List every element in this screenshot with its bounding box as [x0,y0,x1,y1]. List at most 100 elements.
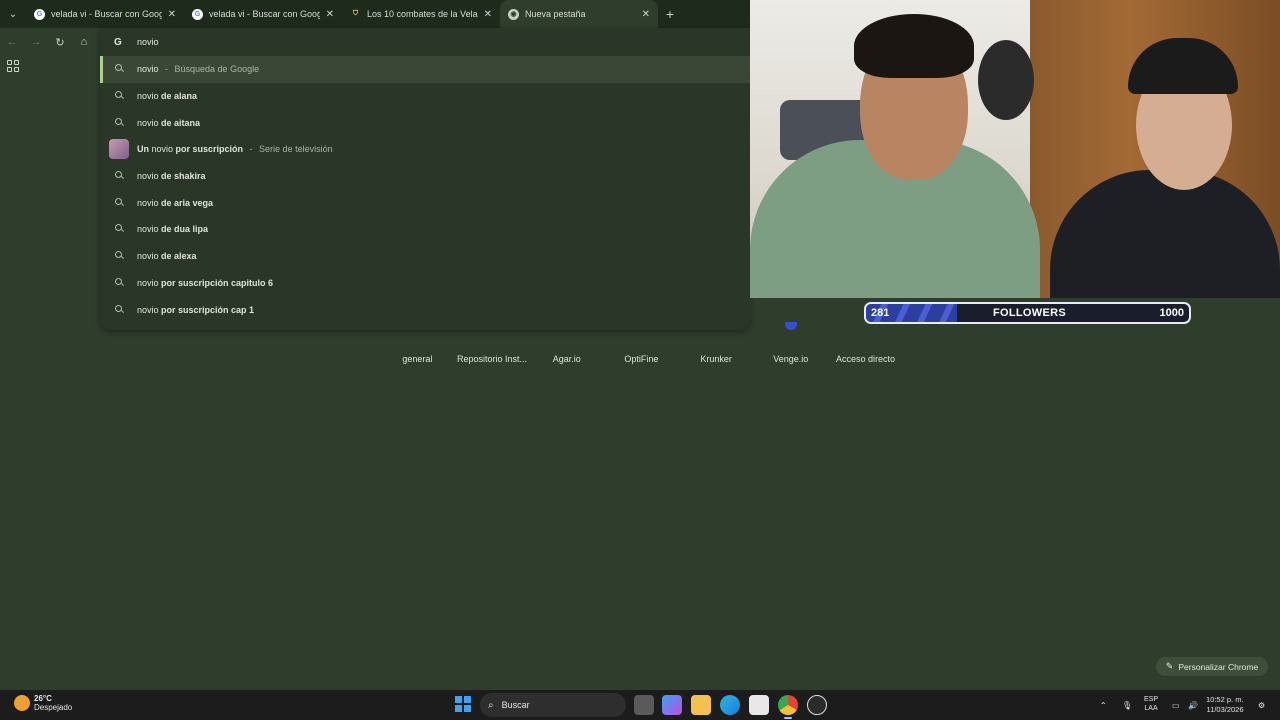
omnibox-row: G [100,28,750,56]
suggestion-item[interactable]: novio de alana [100,83,750,110]
pencil-icon: ✎ [1165,661,1174,671]
chrome-taskbar-icon[interactable] [778,695,798,719]
suggestion-text: novio [137,91,162,102]
taskbar-search-label: Buscar [501,700,530,710]
followers-goal-bar: 281 FOLLOWERS 1000 [864,302,1191,324]
suggestion-text: Serie de televisión [259,144,333,155]
language-indicator[interactable]: ESP LAA [1144,695,1158,713]
obs-icon[interactable] [807,695,827,715]
weather-desc: Despejado [34,703,73,712]
suggestion-text: por suscripción capitulo 6 [161,277,274,288]
shortcut-label: Agar.io [552,354,581,364]
weather-temp: 26°C [34,694,52,703]
search-icon [115,117,125,128]
copilot-icon[interactable] [662,695,682,715]
suggestion-item[interactable]: novio de aitana [100,109,750,136]
windows-start-icon[interactable] [455,696,471,712]
edge-icon[interactable] [720,695,740,715]
suggestion-item[interactable]: novio de shakira [100,163,750,190]
suggestion-text: novio [151,144,176,155]
suggestion-text: de aitana [161,117,201,128]
suggestion-text: novio [137,171,162,182]
weather-icon [14,695,30,711]
suggestion-text: novio [137,251,162,262]
suggestion-text: Búsqueda de Google [174,64,260,75]
chevron-up-icon[interactable]: ⌃ [1100,690,1107,720]
suggestion-item[interactable]: novio de aria vega [100,189,750,216]
suggestion-item[interactable]: novio por suscripción capitulo 6 [100,270,750,297]
clock-time: 10:52 p. m. [1206,695,1244,704]
search-icon [115,304,125,315]
shortcut-tile[interactable]: Venge.io [753,322,828,364]
language-code: ESP [1144,696,1159,703]
clock[interactable]: 10:52 p. m. 11/03/2026 [1206,695,1244,715]
shortcut-label: Venge.io [773,354,809,364]
search-icon [115,251,125,261]
shortcut-label: OptiFine [624,354,659,364]
shortcut-tile[interactable]: Acceso directo [828,322,903,364]
tab-3[interactable]: ⛉ Los 10 combates de la Velada d ✕ [342,0,500,28]
search-icon [115,171,125,181]
forward-arrow-icon[interactable]: → [24,28,48,56]
shortcut-label: Acceso directo [835,354,895,364]
close-icon[interactable]: ✕ [642,9,650,20]
suggestion-item[interactable]: novio - Búsqueda de Google [100,56,750,83]
suggestion-text: novio [137,277,162,288]
close-icon[interactable]: ✕ [168,9,176,20]
search-icon [115,277,125,288]
google-g-icon: G [114,36,122,48]
suggestion-item[interactable]: novio de dua lipa [100,216,750,243]
store-icon[interactable] [749,695,769,715]
suggestion-text: de aria vega [161,197,214,208]
tab-1[interactable]: G velada vi - Buscar con Google ✕ [26,0,184,28]
volume-icon[interactable]: 🔊 [1188,690,1198,720]
customize-chrome-button[interactable]: ✎ Personalizar Chrome [1156,657,1268,676]
suggestion-text: de alexa [161,251,197,262]
new-tab-button[interactable]: + [658,0,682,28]
apps-grid-icon[interactable] [5,58,21,74]
search-icon [115,224,125,234]
task-view-icon[interactable] [634,695,654,715]
shortcut-label: general [402,354,433,364]
network-icon[interactable]: ▭ [1172,690,1180,720]
reload-icon[interactable]: ↻ [48,28,72,56]
webcam-overlay [750,0,1280,298]
microphone-icon[interactable]: 🎙 [1122,690,1132,720]
close-icon[interactable]: ✕ [484,9,492,20]
taskbar-search[interactable]: ⌕ Buscar [480,693,626,717]
tab-title: velada vi - Buscar con Google [209,9,320,19]
suggestion-text: novio [137,117,162,128]
followers-goal: 1000 [1159,307,1184,319]
followers-count: 281 [871,307,890,319]
suggestion-text: novio [137,197,162,208]
shortcut-label: Repositorio Inst... [457,354,528,364]
google-g-icon: G [192,8,203,20]
customize-chrome-label: Personalizar Chrome [1178,661,1259,672]
suggestion-text: - [162,64,171,75]
suggestion-item[interactable]: novio de alexa [100,243,750,270]
suggestion-thumbnail [109,139,129,160]
home-icon[interactable]: ⌂ [72,28,96,56]
back-arrow-icon[interactable]: ← [0,28,24,56]
search-icon: ⌕ [488,699,494,711]
tab-title: Los 10 combates de la Velada d [367,9,478,19]
suggestion-text: de shakira [161,171,206,182]
suggestion-text: por suscripción cap 1 [161,304,255,315]
suggestion-item[interactable]: novio por suscripción cap 1 [100,296,750,323]
tab-4-active[interactable]: ◉ Nueva pestaña ✕ [500,0,658,28]
file-explorer-icon[interactable] [691,695,711,715]
weather-widget[interactable]: 26°C Despejado [14,694,72,712]
search-icon [115,197,125,208]
suggestion-text: novio [137,304,162,315]
suggestion-item[interactable]: Un novio por suscripción - Serie de tele… [100,136,750,163]
address-bar-input[interactable] [137,37,537,47]
chrome-icon: ◉ [508,8,519,20]
tab-2[interactable]: G velada vi - Buscar con Google ✕ [184,0,342,28]
tab-search-button[interactable]: ⌄ [0,0,26,28]
close-icon[interactable]: ✕ [326,9,334,20]
notifications-icon[interactable]: ⚙ [1258,690,1265,720]
suggestion-text: Un [137,144,152,155]
search-icon [115,64,125,74]
suggestion-text: - [247,144,256,155]
search-icon [115,91,125,101]
